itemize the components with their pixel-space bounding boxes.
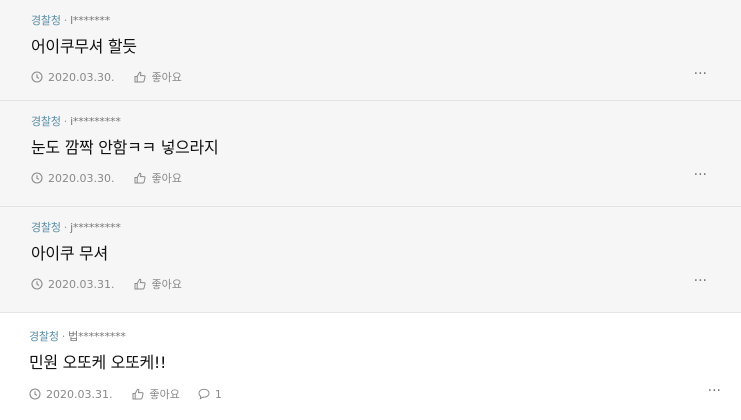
comment-text: 눈도 깜짝 안함ㅋㅋ 넣으라지 [31,138,219,157]
like-label: 좋아요 [151,278,182,291]
user-id: 법********* [68,330,126,343]
clock-icon [31,172,43,184]
comment-author: 경찰청 · j********* [31,219,121,235]
comment-item: 경찰청 · i********* 눈도 깜짝 안함ㅋㅋ 넣으라지 2020.03.3… [0,101,741,207]
comment-date: 2020.03.31. [46,387,113,401]
author-name[interactable]: 경찰청 [31,221,61,234]
comment-author: 경찰청 · l******* [31,12,110,28]
comment-text: 민원 오또케 오또케!! [29,353,167,372]
like-label: 좋아요 [151,71,182,84]
author-name[interactable]: 경찰청 [31,14,61,27]
comment-meta: 2020.03.31. 좋아요 1 [29,386,222,402]
more-options-button[interactable]: ··· [694,273,707,289]
like-button[interactable]: 좋아요 [134,170,182,186]
clock-icon [31,71,43,83]
comment-date: 2020.03.30. [48,171,115,185]
author-name[interactable]: 경찰청 [29,330,59,343]
user-id: l******* [70,14,111,27]
user-id: j********* [70,221,121,234]
separator: · [61,330,66,343]
comment-item: 경찰청 · 법********* 민원 오또케 오또케!! 2020.03.31. … [0,313,741,420]
thumbs-up-icon [134,71,147,83]
comment-text: 아이쿠 무셔 [31,244,108,263]
comment-date: 2020.03.31. [48,277,115,291]
thumbs-up-icon [132,388,145,400]
like-button[interactable]: 좋아요 [134,276,182,292]
comment-author: 경찰청 · i********* [31,113,121,129]
more-options-button[interactable]: ··· [694,167,707,183]
thumbs-up-icon [134,278,147,290]
like-label: 좋아요 [151,172,182,185]
like-button[interactable]: 좋아요 [132,386,180,402]
comment-text: 어이쿠무셔 할듯 [31,37,137,56]
separator: · [63,221,68,234]
reply-button[interactable]: 1 [198,388,222,401]
comment-meta: 2020.03.30. 좋아요 [31,69,182,85]
more-options-button[interactable]: ··· [694,66,707,82]
comment-meta: 2020.03.31. 좋아요 [31,276,182,292]
like-label: 좋아요 [149,388,180,401]
comment-list: 경찰청 · l******* 어이쿠무셔 할듯 2020.03.30. 좋아요 ··… [0,0,741,420]
speech-bubble-icon [198,388,210,400]
thumbs-up-icon [134,172,147,184]
separator: · [63,14,68,27]
comment-author: 경찰청 · 법********* [29,328,126,344]
author-name[interactable]: 경찰청 [31,115,61,128]
reply-count: 1 [214,387,222,401]
comment-meta: 2020.03.30. 좋아요 [31,170,182,186]
comment-item: 경찰청 · l******* 어이쿠무셔 할듯 2020.03.30. 좋아요 ··… [0,0,741,101]
user-id: i********* [70,115,121,128]
separator: · [63,115,68,128]
comment-date: 2020.03.30. [48,70,115,84]
clock-icon [31,278,43,290]
like-button[interactable]: 좋아요 [134,69,182,85]
clock-icon [29,388,41,400]
more-options-button[interactable]: ··· [708,383,721,399]
comment-item: 경찰청 · j********* 아이쿠 무셔 2020.03.31. 좋아요 ··… [0,207,741,313]
